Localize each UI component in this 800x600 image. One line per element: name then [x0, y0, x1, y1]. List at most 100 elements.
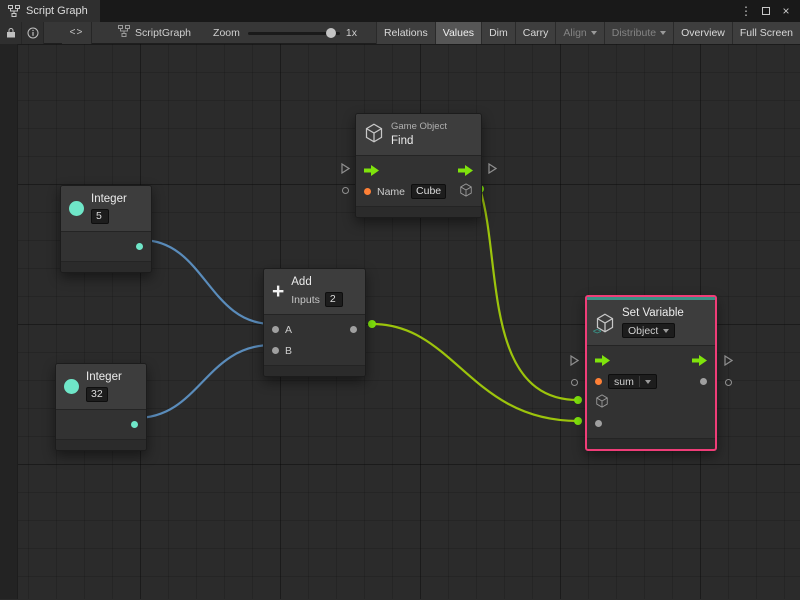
flow-in-port[interactable]: [595, 355, 610, 366]
add-icon: +: [272, 283, 284, 301]
node-title: Integer: [91, 193, 127, 206]
dim-button[interactable]: Dim: [481, 22, 515, 44]
node-body: sum: [587, 346, 715, 438]
scope-value: Object: [628, 325, 658, 337]
node-body: Name Cube: [356, 156, 481, 206]
variable-scope-dropdown[interactable]: Object: [622, 323, 675, 338]
wire-integer5-to-add-a[interactable]: [141, 240, 272, 324]
add-output-port[interactable]: [350, 326, 357, 333]
script-graph-icon: [8, 5, 20, 17]
integer-output-port[interactable]: [131, 421, 138, 428]
object-target-port[interactable]: [595, 394, 609, 411]
value-input-port[interactable]: [595, 420, 602, 427]
distribute-button[interactable]: Distribute: [604, 22, 673, 44]
integer-node-32[interactable]: Integer 32: [55, 363, 147, 451]
zoom-label: Zoom: [213, 27, 240, 39]
wire-add-to-set-variable[interactable]: [372, 324, 578, 421]
node-header[interactable]: Integer 5: [61, 186, 151, 232]
breadcrumb-label: ScriptGraph: [135, 27, 191, 39]
port-a-label: A: [285, 324, 292, 336]
node-title: Integer: [86, 371, 122, 384]
flow-out-port[interactable]: [458, 165, 473, 176]
gameobject-output-port[interactable]: [459, 183, 473, 200]
value-output-port[interactable]: [700, 378, 707, 385]
edit-script-button[interactable]: <>: [62, 22, 92, 44]
chevron-down-icon: [645, 380, 651, 384]
find-node[interactable]: Game Object Find Name Cube: [355, 113, 482, 218]
node-body: [56, 410, 146, 439]
port-b-label: B: [285, 345, 292, 357]
graph-toolbar: <> ScriptGraph Zoom 1x Relations Values …: [0, 22, 800, 44]
flow-output-marker[interactable]: [486, 162, 498, 174]
variable-name-dropdown[interactable]: sum: [608, 374, 657, 389]
integer-node-5[interactable]: Integer 5: [60, 185, 152, 273]
toolbar-buttons: Relations Values Dim Carry Align Distrib…: [376, 22, 800, 44]
variable-name-value: sum: [614, 376, 634, 388]
name-value-field[interactable]: Cube: [411, 184, 446, 199]
carry-button[interactable]: Carry: [515, 22, 556, 44]
node-footer: [587, 438, 715, 449]
integer-output-port[interactable]: [136, 243, 143, 250]
info-icon: [27, 27, 39, 39]
inputs-label: Inputs: [291, 294, 320, 306]
integer-icon: [69, 201, 84, 216]
integer-value-field[interactable]: 5: [91, 209, 109, 224]
inputs-count-field[interactable]: 2: [325, 292, 343, 307]
add-input-a-port[interactable]: [272, 326, 279, 333]
value-input-marker[interactable]: [568, 376, 580, 388]
values-button[interactable]: Values: [435, 22, 481, 44]
node-footer: [264, 365, 365, 376]
node-title: Find: [391, 135, 447, 148]
wire-find-to-set-variable[interactable]: [480, 189, 578, 400]
align-button[interactable]: Align: [555, 22, 603, 44]
add-node[interactable]: + Add Inputs 2 A B: [263, 268, 366, 377]
divider: [639, 376, 640, 387]
node-header[interactable]: + Add Inputs 2: [264, 269, 365, 315]
flow-in-port[interactable]: [364, 165, 379, 176]
zoom-slider[interactable]: [248, 27, 340, 39]
chevron-down-icon: [591, 31, 597, 35]
flow-input-marker[interactable]: [568, 354, 580, 366]
wire-endpoint-dot[interactable]: [574, 396, 582, 404]
node-header[interactable]: Game Object Find: [356, 114, 481, 156]
node-title: Add: [291, 276, 343, 289]
graph-canvas[interactable]: Integer 5 Integer 32: [0, 44, 800, 599]
variable-name-port[interactable]: [595, 378, 602, 385]
close-icon[interactable]: ×: [778, 3, 794, 19]
name-input-port[interactable]: [364, 188, 371, 195]
integer-icon: [64, 379, 79, 394]
lock-icon: [6, 27, 16, 38]
lock-button[interactable]: [0, 22, 22, 44]
node-header[interactable]: Integer 32: [56, 364, 146, 410]
value-input-marker[interactable]: [339, 184, 351, 196]
wire-endpoint-dot[interactable]: [574, 417, 582, 425]
window-controls: ⋮ ×: [738, 0, 800, 22]
value-output-marker[interactable]: [722, 376, 734, 388]
tab-script-graph[interactable]: Script Graph: [0, 0, 100, 22]
flow-output-marker[interactable]: [722, 354, 734, 366]
breadcrumb[interactable]: ScriptGraph: [118, 25, 191, 40]
relations-button[interactable]: Relations: [376, 22, 435, 44]
node-category: Game Object: [391, 121, 447, 132]
window-menu-icon[interactable]: ⋮: [738, 3, 754, 19]
zoom-knob[interactable]: [326, 28, 336, 38]
game-object-icon: [364, 123, 384, 146]
node-header[interactable]: <> Set Variable Object: [587, 300, 715, 346]
fullscreen-button[interactable]: Full Screen: [732, 22, 800, 44]
maximize-icon[interactable]: [758, 3, 774, 19]
add-input-b-port[interactable]: [272, 347, 279, 354]
flow-input-marker[interactable]: [339, 162, 351, 174]
script-graph-window: Script Graph ⋮ × <> ScriptGraph Zoom 1x: [0, 0, 800, 600]
integer-value-field[interactable]: 32: [86, 387, 108, 402]
graph-icon: [118, 25, 130, 40]
wire-endpoint-dot[interactable]: [368, 320, 376, 328]
set-variable-node[interactable]: <> Set Variable Object: [585, 295, 717, 451]
align-label: Align: [563, 27, 586, 39]
tab-title: Script Graph: [26, 5, 88, 17]
wire-integer32-to-add-b[interactable]: [136, 345, 272, 418]
variable-icon: <>: [595, 313, 615, 333]
node-footer: [356, 206, 481, 217]
overview-button[interactable]: Overview: [673, 22, 732, 44]
flow-out-port[interactable]: [692, 355, 707, 366]
inspector-button[interactable]: [22, 22, 44, 44]
